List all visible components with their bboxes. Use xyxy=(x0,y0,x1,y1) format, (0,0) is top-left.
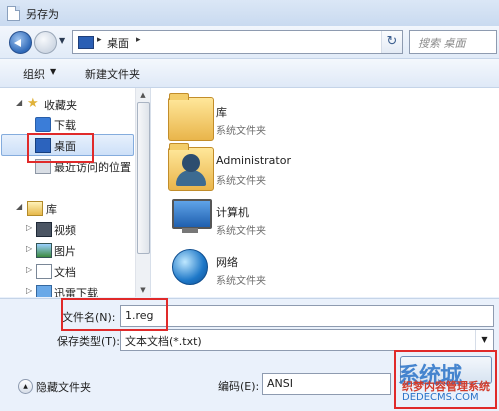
star-icon: ★ xyxy=(27,96,39,111)
list-item[interactable]: 库 系统文件夹 xyxy=(151,93,499,146)
sidebar-item-favorites[interactable]: ◢ ★ 收藏夹 xyxy=(0,94,135,114)
save-as-dialog: 另存为 ▼ ▸ 桌面 ▸ ▼ ↻ 搜索 桌面 组织 ▼ 新建文件夹 ◢ ★ 收藏… xyxy=(0,0,499,411)
sidebar-item-thunder-downloads[interactable]: ▷ 迅雷下载 xyxy=(0,282,135,297)
sidebar-item-label: 库 xyxy=(46,203,57,216)
chevron-down-icon[interactable]: ▼ xyxy=(475,330,493,350)
sidebar-item-pictures[interactable]: ▷ 图片 xyxy=(0,240,135,260)
navigation-pane: ◢ ★ 收藏夹 下载 桌面 最近访问的位置 ◢ 库 ▷ 视频 ▷ 图片 ▷ 文档… xyxy=(0,88,149,297)
collapse-up-icon: ▲ xyxy=(18,379,33,394)
computer-icon xyxy=(168,197,212,239)
search-input[interactable]: 搜索 桌面 xyxy=(409,30,497,54)
address-bar[interactable]: ▸ 桌面 ▸ ▼ xyxy=(72,30,401,54)
sidebar-item-videos[interactable]: ▷ 视频 xyxy=(0,219,135,239)
save-highlight-box xyxy=(394,350,497,409)
video-library-icon xyxy=(36,222,52,237)
scroll-down-arrow-icon[interactable]: ▼ xyxy=(137,284,149,296)
user-folder-icon xyxy=(168,143,214,191)
sidebar-item-libraries[interactable]: ◢ 库 xyxy=(0,198,135,218)
search-placeholder: 搜索 桌面 xyxy=(418,37,466,50)
organize-button[interactable]: 组织 xyxy=(23,66,45,82)
item-type: 系统文件夹 xyxy=(216,226,266,237)
list-item[interactable]: 计算机 系统文件夹 xyxy=(151,194,499,246)
navigation-bar: ▼ ▸ 桌面 ▸ ▼ ↻ 搜索 桌面 xyxy=(0,26,499,59)
encoding-label: 编码(E): xyxy=(218,380,260,393)
title-bar: 另存为 xyxy=(0,0,499,26)
new-folder-button[interactable]: 新建文件夹 xyxy=(85,66,140,82)
sidebar-item-label: 视频 xyxy=(54,224,76,237)
refresh-icon[interactable]: ↻ xyxy=(382,30,403,54)
save-type-value: 文本文档(*.txt) xyxy=(125,335,202,348)
expand-arrow-icon[interactable]: ▷ xyxy=(26,223,32,232)
sidebar-item-label: 文档 xyxy=(54,266,76,279)
download-folder-icon xyxy=(35,117,51,132)
sidebar-item-downloads[interactable]: 下载 xyxy=(0,114,135,134)
item-name: 计算机 xyxy=(216,206,249,219)
list-item[interactable]: 网络 系统文件夹 xyxy=(151,244,499,296)
documents-library-icon xyxy=(36,264,52,279)
command-toolbar: 组织 ▼ 新建文件夹 xyxy=(0,59,499,88)
item-name: Administrator xyxy=(216,154,291,167)
sidebar-scrollbar[interactable]: ▲ ▼ xyxy=(135,88,150,297)
pictures-library-icon xyxy=(36,243,52,258)
sidebar-item-label: 迅雷下载 xyxy=(54,287,98,297)
thunder-download-icon xyxy=(36,285,52,297)
chevron-down-icon[interactable]: ▼ xyxy=(50,67,56,76)
forward-arrow-icon[interactable] xyxy=(34,31,57,54)
back-arrow-icon[interactable] xyxy=(9,31,32,54)
expand-arrow-icon[interactable]: ▷ xyxy=(26,265,32,274)
filename-highlight-box xyxy=(61,298,168,331)
library-folder-icon xyxy=(168,93,214,141)
hide-folders-label: 隐藏文件夹 xyxy=(36,381,91,394)
encoding-select[interactable]: ANSI xyxy=(262,373,391,395)
desktop-highlight-box xyxy=(27,133,94,163)
breadcrumb-desktop[interactable]: 桌面 xyxy=(107,35,129,51)
filename-input[interactable]: 1.reg xyxy=(120,305,494,327)
breadcrumb-chevron-icon[interactable]: ▸ xyxy=(97,35,102,45)
recent-pages-dropdown-icon[interactable]: ▼ xyxy=(59,35,68,47)
save-type-label: 保存类型(T): xyxy=(57,335,121,348)
scroll-thumb[interactable] xyxy=(137,102,150,254)
item-name: 网络 xyxy=(216,256,238,269)
library-icon xyxy=(27,201,43,216)
encoding-value: ANSI xyxy=(267,377,293,390)
item-name: 库 xyxy=(216,106,227,119)
file-list: 库 系统文件夹 Administrator 系统文件夹 计算机 系统文件夹 网络… xyxy=(150,88,499,297)
network-icon xyxy=(168,247,212,289)
expand-arrow-icon[interactable]: ▷ xyxy=(26,286,32,295)
sidebar-item-label: 下载 xyxy=(54,119,76,132)
list-item[interactable]: Administrator 系统文件夹 xyxy=(151,143,499,196)
sidebar-item-documents[interactable]: ▷ 文档 xyxy=(0,261,135,281)
expand-arrow-icon[interactable]: ▷ xyxy=(26,244,32,253)
sidebar-item-label: 图片 xyxy=(54,245,76,258)
window-title: 另存为 xyxy=(26,8,59,21)
sidebar-item-label: 收藏夹 xyxy=(44,99,77,112)
item-type: 系统文件夹 xyxy=(216,176,266,187)
desktop-icon xyxy=(78,36,94,49)
breadcrumb-chevron-icon[interactable]: ▸ xyxy=(136,35,141,45)
save-type-select[interactable]: 文本文档(*.txt) ▼ xyxy=(120,329,494,351)
item-type: 系统文件夹 xyxy=(216,126,266,137)
collapse-arrow-icon[interactable]: ◢ xyxy=(16,98,22,107)
collapse-arrow-icon[interactable]: ◢ xyxy=(16,202,22,211)
item-type: 系统文件夹 xyxy=(216,276,266,287)
document-icon xyxy=(7,6,20,21)
scroll-up-arrow-icon[interactable]: ▲ xyxy=(137,89,149,101)
